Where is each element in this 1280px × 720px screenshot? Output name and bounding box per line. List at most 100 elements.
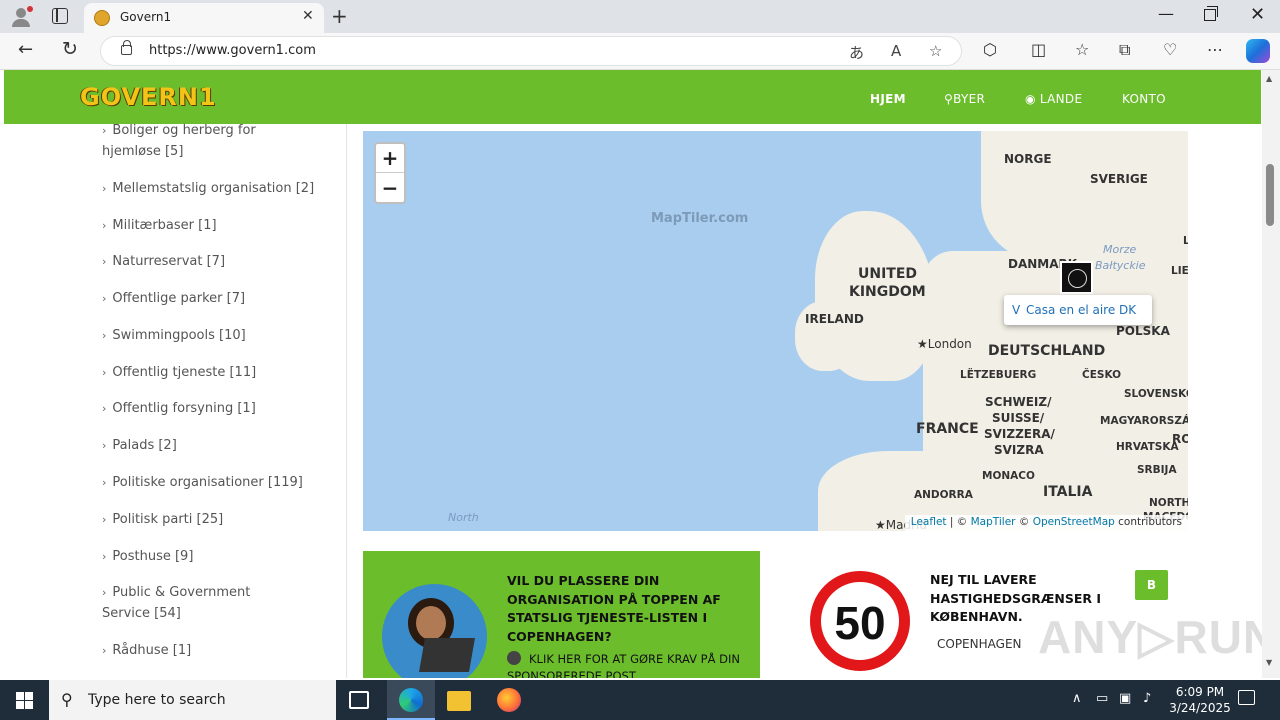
back-icon[interactable]: ← [18,39,33,60]
category-item[interactable]: › Public & Government Service [54] [102,582,272,624]
extensions-icon[interactable]: ⬡ [983,40,997,59]
promo-title: VIL DU PLASSERE DIN ORGANISATION PÅ TOPP… [507,573,721,644]
category-label: Offentlige parker [7] [112,291,246,306]
scroll-down-icon[interactable]: ▼ [1266,658,1272,667]
site-header: GOVERN1 HJEM ⚲BYER ◉ LANDE KONTO [4,70,1261,124]
favorites-icon[interactable]: ☆ [1075,40,1089,59]
category-item[interactable]: › Swimmingpools [10] [102,325,317,346]
network-icon[interactable]: ▣ [1119,691,1131,706]
maptiler-link[interactable]: MapTiler [971,516,1016,528]
firefox-icon[interactable] [497,688,521,712]
nav-konto[interactable]: KONTO [1122,92,1166,106]
new-tab-button[interactable]: + [331,4,348,28]
zoom-out-button[interactable]: − [376,174,404,203]
browser-tab[interactable]: Govern1 ✕ [84,3,324,33]
category-item[interactable]: › Offentlige parker [7] [102,288,317,309]
favorite-star-icon[interactable]: ☆ [929,42,942,60]
category-label: Posthuse [9] [112,549,194,564]
browser-essentials-icon[interactable]: ♡ [1163,40,1177,59]
url-text[interactable]: https://www.govern1.com [149,43,316,58]
collections-icon[interactable]: ⧉ [1119,40,1130,60]
translate-icon[interactable]: あ [849,42,864,63]
category-label: Public & Government Service [54] [102,585,251,621]
osm-link[interactable]: OpenStreetMap [1033,516,1115,528]
more-menu-icon[interactable]: ⋯ [1207,40,1223,59]
restore-icon[interactable] [1204,6,1218,21]
category-item[interactable]: › Militærbaser [1] [102,215,317,236]
category-item[interactable]: › Offentlig tjeneste [11] [102,362,317,383]
close-tab-icon[interactable]: ✕ [302,8,314,24]
close-window-icon[interactable]: ✕ [1250,4,1265,25]
search-placeholder: Type here to search [88,692,226,708]
map-popup[interactable]: V Casa en el aire DK [1004,295,1152,325]
split-screen-icon[interactable]: ◫ [1031,40,1046,59]
site-logo[interactable]: GOVERN1 [80,83,217,111]
volume-icon[interactable]: ♪ [1143,691,1151,706]
battery-icon[interactable]: ▭ [1096,691,1108,706]
tab-title: Govern1 [120,10,172,24]
tab-actions-icon[interactable] [52,8,68,24]
category-item[interactable]: › Offentlig forsyning [1] [102,398,317,419]
chevron-right-icon: › [102,219,107,232]
category-item[interactable]: › Politiske organisationer [119] [102,472,317,493]
system-clock[interactable]: 6:09 PM 3/24/2025 [1168,684,1232,716]
map-label: NORGE [1004,152,1052,166]
task-view-icon[interactable] [349,691,369,709]
map-label: North [448,511,479,524]
taskbar-search[interactable]: ⚲ Type here to search [49,680,336,720]
nav-byer[interactable]: ⚲BYER [944,92,985,106]
map-label: KINGDOM [849,284,926,300]
category-item[interactable]: › Posthuse [9] [102,546,317,567]
map-label: HRVATSKA [1116,441,1179,453]
sponsor-promo-card[interactable]: VIL DU PLASSERE DIN ORGANISATION PÅ TOPP… [363,551,760,678]
category-label: Offentlig forsyning [1] [112,401,256,416]
popup-text[interactable]: Casa en el aire DK [1026,303,1136,317]
lock-icon[interactable] [121,40,132,55]
nav-lande[interactable]: ◉ LANDE [1025,92,1082,106]
scrollbar-thumb[interactable] [1266,164,1274,226]
edge-browser-icon[interactable] [399,688,423,712]
gear-icon [507,651,521,665]
map-label: Morze [1103,243,1137,256]
category-label: Swimmingpools [10] [112,328,246,343]
category-item[interactable]: › Naturreservat [7] [102,251,317,272]
tray-chevron-icon[interactable]: ∧ [1072,691,1082,706]
minimize-icon[interactable]: — [1158,4,1174,23]
promo-claim-link[interactable]: KLIK HER FOR AT GØRE KRAV PÅ DIN SPONSOR… [507,651,747,678]
read-aloud-icon[interactable]: A [891,42,901,60]
address-bar[interactable]: https://www.govern1.com あ A ☆ [100,36,962,66]
zoom-in-button[interactable]: + [376,144,404,173]
category-item[interactable]: › Palads [2] [102,435,317,456]
category-item[interactable]: › Politisk parti [25] [102,509,317,530]
browser-toolbar: ← ↻ https://www.govern1.com あ A ☆ ⬡ ◫ ☆ … [0,33,1280,70]
category-label: Naturreservat [7] [112,254,226,269]
file-explorer-icon[interactable] [447,691,471,711]
copilot-icon[interactable] [1246,39,1270,63]
promo-link-text: KLIK HER FOR AT GØRE KRAV PÅ DIN SPONSOR… [507,652,740,678]
category-item[interactable]: › Rådhuse [1] [102,640,317,661]
map-label: SCHWEIZ/ [985,395,1052,409]
speed-limit-sign[interactable]: 50 [810,571,910,671]
attribution-separator: © [1015,516,1033,528]
category-item[interactable]: › Boliger og herberg for hjemløse [5] [102,120,317,162]
map-attribution: Leaflet | © MapTiler © OpenStreetMap con… [904,515,1188,531]
notifications-icon[interactable] [1238,690,1255,705]
windows-start-icon[interactable] [16,692,33,709]
search-icon: ⚲ [61,690,73,709]
category-item[interactable]: › Mellemstatslig organisation [2] [102,178,317,199]
leaflet-map[interactable]: + − MapTiler.com NORGE SVERIGE DANMARK M… [363,131,1188,531]
map-marker-icon[interactable] [1060,261,1093,294]
reload-icon[interactable]: ↻ [62,38,78,60]
news-badge[interactable]: B [1135,570,1168,600]
category-sidebar: › Boliger og herberg for hjemløse [5] › Me… [4,123,347,678]
page-scrollbar[interactable]: ▲ ▼ [1262,70,1280,678]
promo-avatar [382,584,487,678]
leaflet-link[interactable]: Leaflet [911,516,947,528]
browser-title-bar: Govern1 ✕ + — ✕ [0,0,1280,33]
clock-time: 6:09 PM [1175,685,1225,699]
profile-icon[interactable] [10,6,33,28]
map-label: DEUTSCHLAND [988,343,1106,359]
chevron-right-icon: › [102,255,107,268]
scroll-up-icon[interactable]: ▲ [1266,74,1272,83]
nav-hjem[interactable]: HJEM [870,92,906,106]
